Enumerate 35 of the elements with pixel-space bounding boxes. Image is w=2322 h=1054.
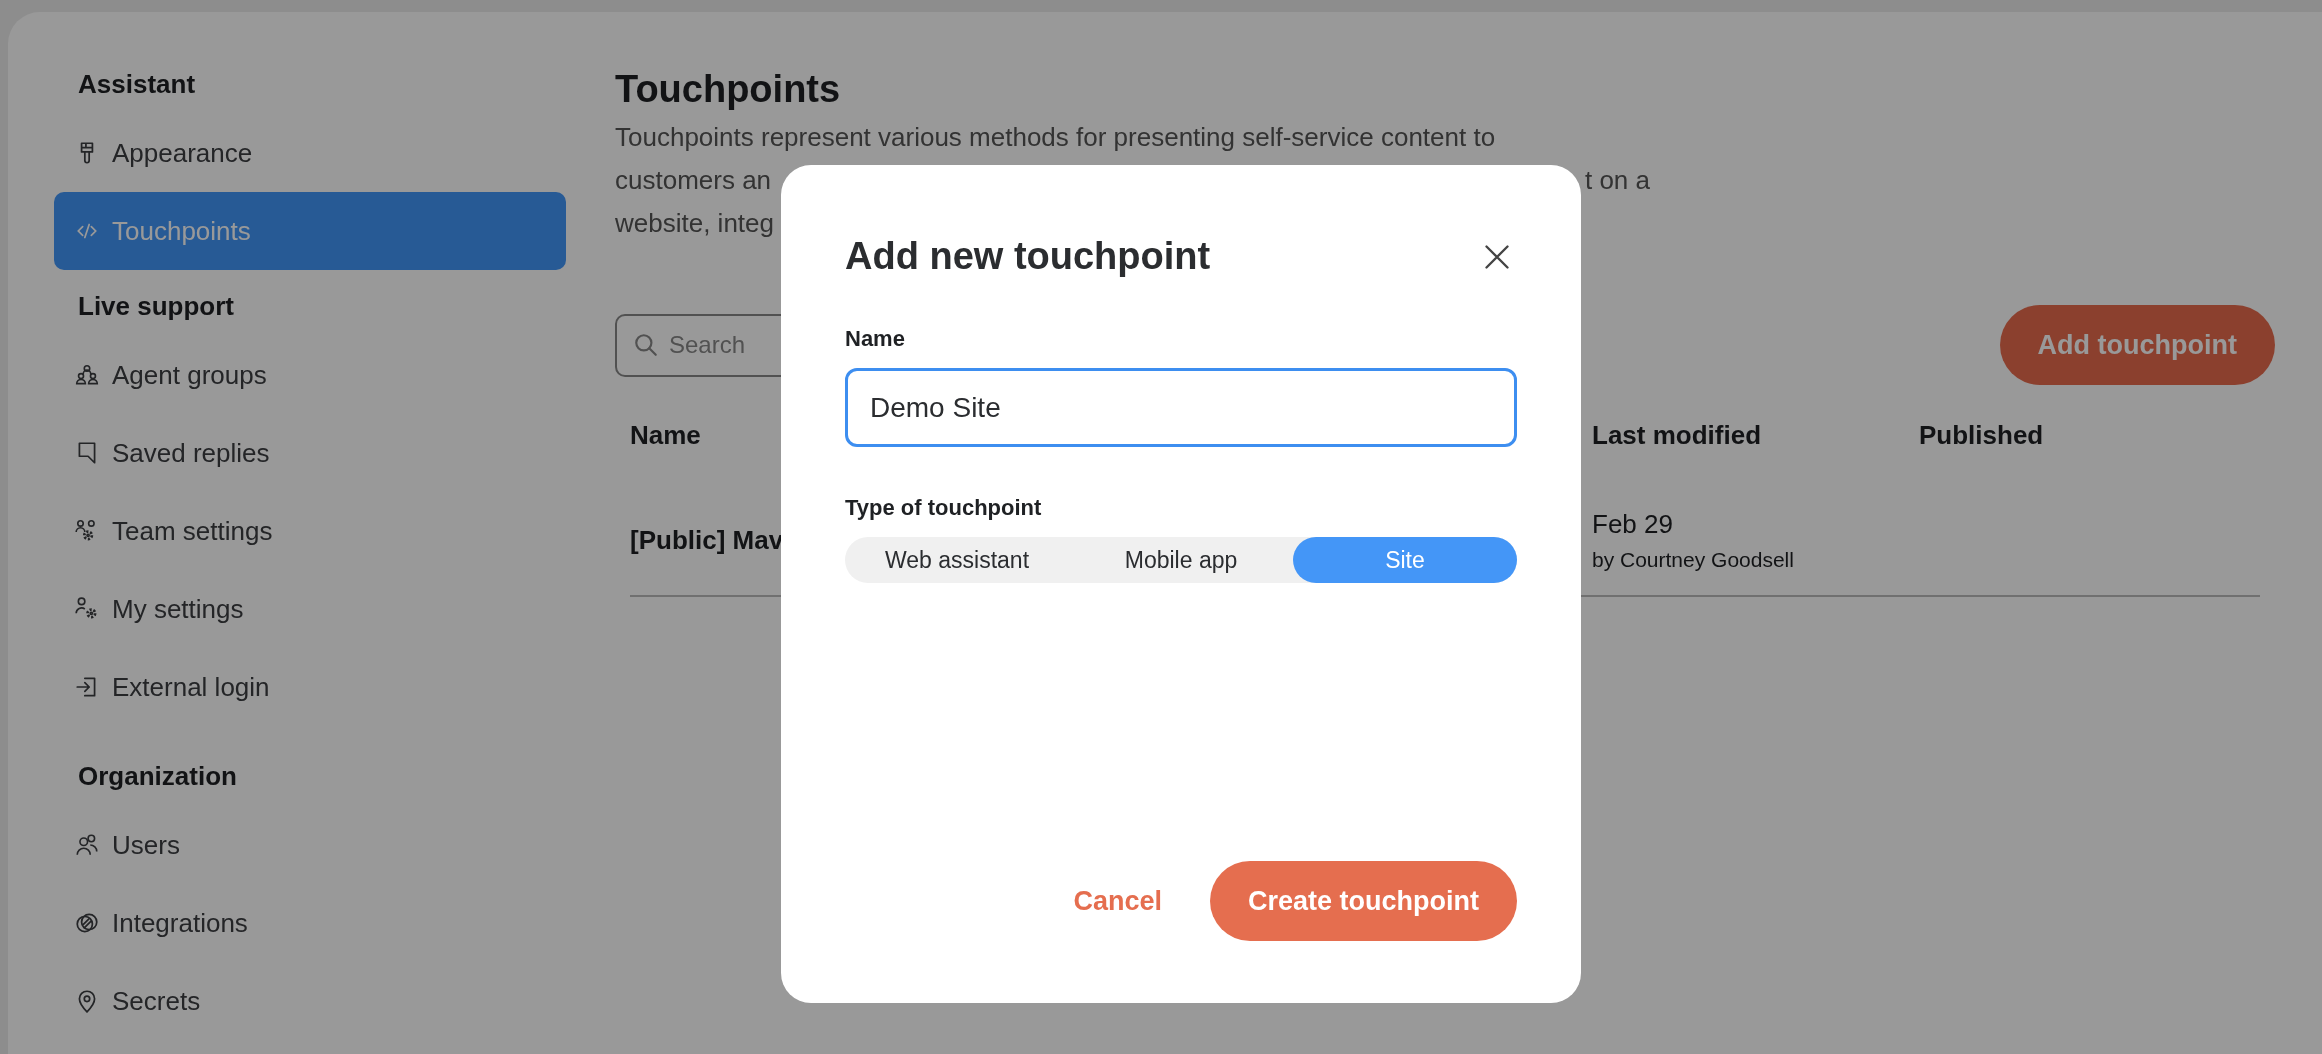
search-icon: [633, 332, 659, 358]
column-header: Name: [630, 419, 701, 451]
sidebar-item[interactable]: Saved replies: [54, 414, 566, 492]
sidebar-item[interactable]: Appearance: [54, 114, 566, 192]
sidebar-item[interactable]: Integrations: [54, 884, 566, 962]
column-header: Published: [1919, 419, 2044, 451]
description-text: t on a: [1584, 164, 1650, 196]
close-icon: [1483, 242, 1511, 271]
table-cell: [Public] Mav: [630, 524, 784, 556]
sidebar-item[interactable]: Users: [54, 806, 566, 884]
create-touchpoint-button[interactable]: Create touchpoint: [1210, 861, 1517, 941]
segment-option[interactable]: Site: [1293, 537, 1517, 583]
sidebar-item[interactable]: External login: [54, 648, 566, 726]
modified-date: Feb 29: [1592, 508, 1674, 540]
segment-option[interactable]: Web assistant: [845, 537, 1069, 583]
sidebar-heading: Live support: [77, 290, 235, 323]
cancel-button[interactable]: Cancel: [1063, 875, 1172, 927]
sidebar-heading: Assistant: [77, 68, 197, 101]
description-text: customers an: [615, 164, 772, 196]
sidebar-item[interactable]: Agent groups: [54, 336, 566, 414]
sidebar-item[interactable]: My settings: [54, 570, 566, 648]
users-icon: [74, 832, 100, 858]
dialog-title: Add new touchpoint: [845, 235, 1211, 278]
field-label: Type of touchpoint: [845, 495, 1043, 521]
sidebar-heading: Organization: [77, 760, 238, 793]
segment-option[interactable]: Mobile app: [1069, 537, 1293, 583]
modified-by: by Courtney Goodsell: [1592, 547, 1794, 572]
column-header: Last modified: [1592, 419, 1761, 451]
description-text: Touchpoints represent various methods for presenting self-service content to: [615, 122, 1496, 152]
page-title: Touchpoints: [615, 68, 842, 111]
sidebar-item[interactable]: Secrets: [54, 962, 566, 1040]
sidebar-item[interactable]: Team settings: [54, 492, 566, 570]
name-input[interactable]: Demo Site: [845, 368, 1517, 447]
description-text: website, integ: [615, 208, 774, 238]
field-label: Name: [845, 326, 906, 352]
